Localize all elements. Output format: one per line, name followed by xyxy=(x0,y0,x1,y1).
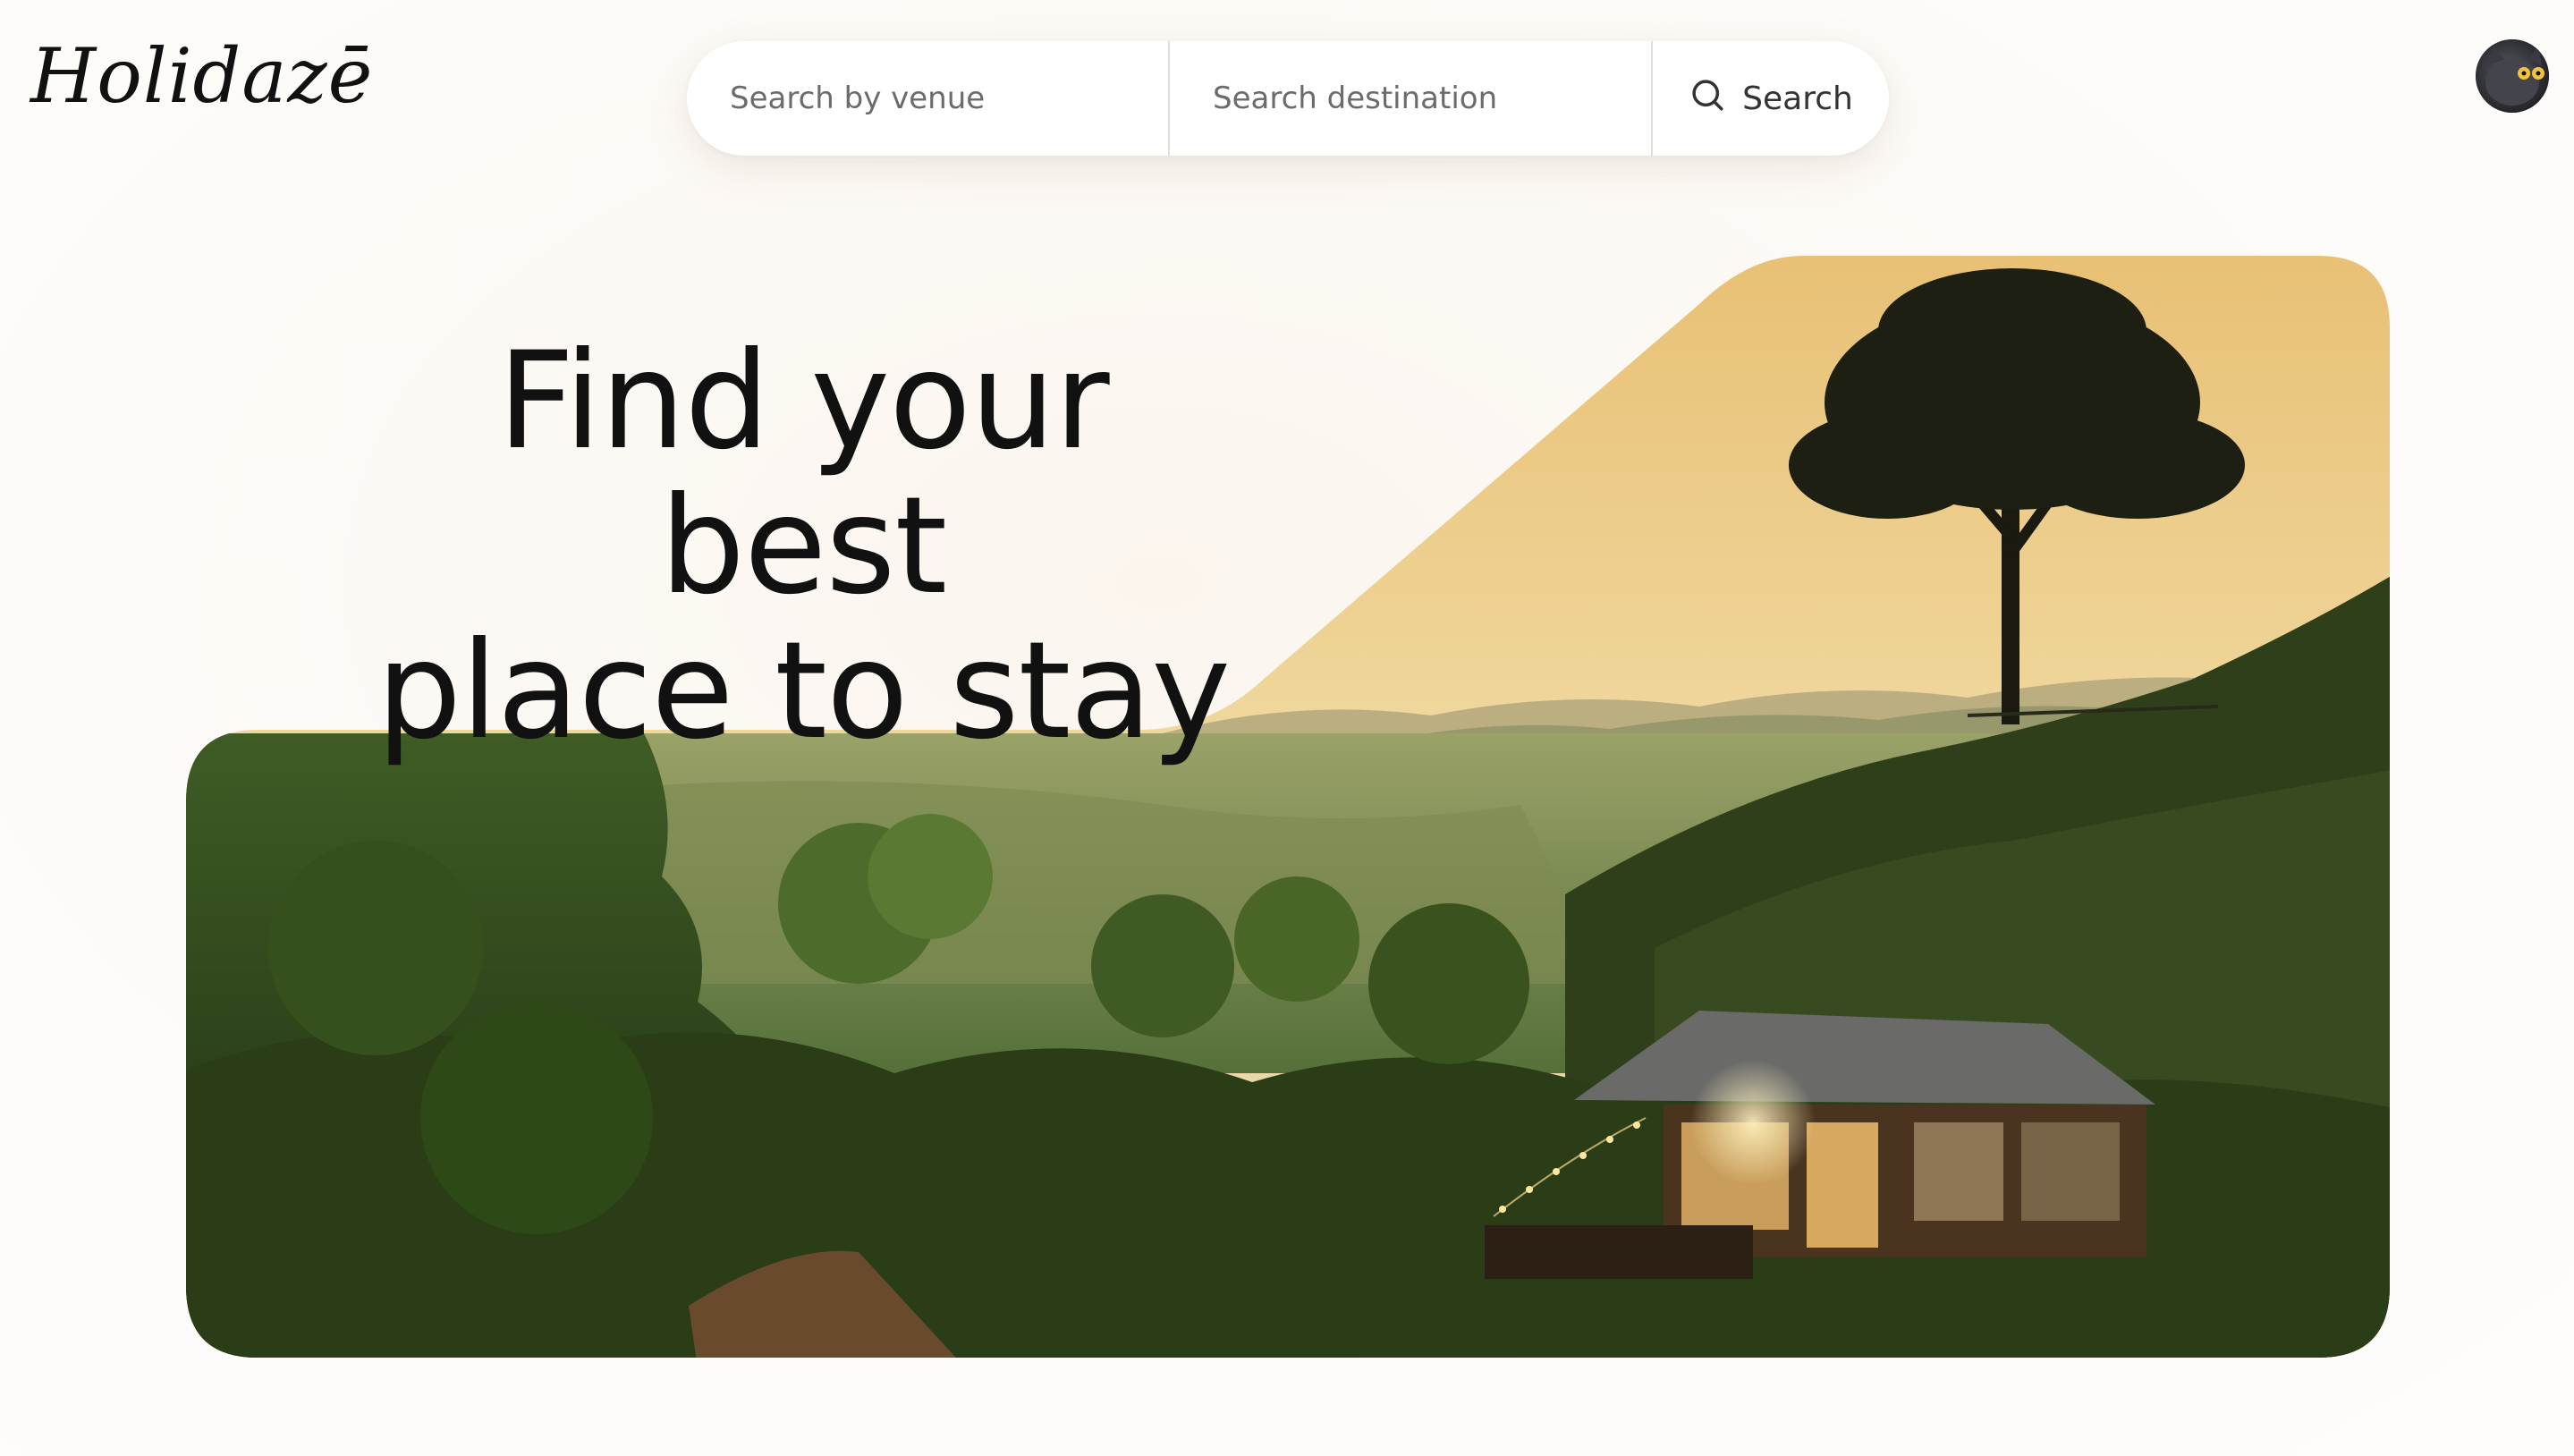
search-button-label: Search xyxy=(1742,80,1853,117)
hero-heading: Find your best place to stay xyxy=(347,329,1259,764)
search-bar: Search xyxy=(687,41,1889,156)
search-icon xyxy=(1689,76,1726,122)
venue-search-input[interactable] xyxy=(687,41,1168,156)
destination-search-input[interactable] xyxy=(1170,41,1651,156)
avatar-image xyxy=(2476,39,2549,113)
search-button[interactable]: Search xyxy=(1653,41,1889,156)
page: Holidazē Search by venue Search destinat… xyxy=(0,0,2574,1456)
user-avatar[interactable] xyxy=(2476,39,2549,113)
logo[interactable]: Holidazē xyxy=(30,32,373,120)
hero-heading-line2: place to stay xyxy=(376,614,1231,769)
hero-heading-line1: Find your best xyxy=(497,324,1109,624)
